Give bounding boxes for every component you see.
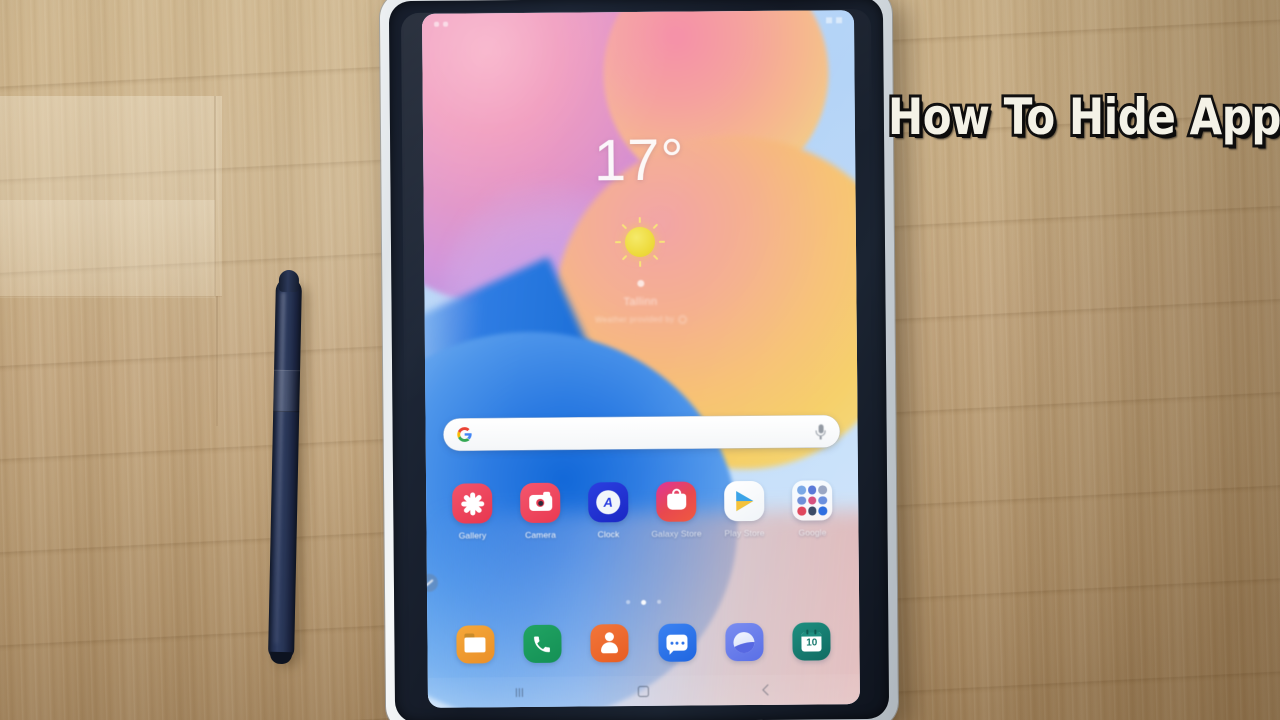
notification-dot-icon bbox=[434, 21, 440, 27]
tablet-screen[interactable]: 17° Tallinn Weather provided by Gallery … bbox=[421, 10, 861, 708]
page-title: How To Hide Apps bbox=[885, 88, 1280, 146]
google-g-icon bbox=[457, 426, 473, 442]
weather-provider-icon bbox=[678, 315, 687, 324]
app-label-gallery: Gallery bbox=[458, 530, 487, 541]
contacts-icon[interactable] bbox=[590, 624, 629, 663]
battery-icon bbox=[836, 17, 843, 24]
folder-icon[interactable] bbox=[455, 625, 495, 664]
s-pen-highlight bbox=[273, 291, 286, 644]
app-google-folder[interactable]: Google bbox=[783, 480, 841, 538]
status-bar[interactable] bbox=[422, 10, 854, 34]
back-icon[interactable] bbox=[762, 684, 775, 696]
recents-icon[interactable] bbox=[515, 687, 524, 697]
phone-icon[interactable] bbox=[523, 624, 562, 664]
dock: 10 bbox=[427, 622, 859, 664]
app-label-play-store: Play Store bbox=[724, 527, 765, 539]
gallery-icon[interactable] bbox=[452, 483, 493, 524]
calendar-icon[interactable]: 10 bbox=[792, 622, 831, 661]
tablet-device: 17° Tallinn Weather provided by Gallery … bbox=[379, 0, 913, 720]
camera-icon[interactable] bbox=[520, 482, 561, 524]
galaxy-store-icon[interactable] bbox=[656, 481, 697, 522]
play-store-icon[interactable] bbox=[724, 480, 765, 522]
s-pen-tip bbox=[278, 269, 300, 293]
wifi-icon bbox=[826, 17, 833, 24]
page-dot-3[interactable] bbox=[656, 599, 661, 604]
app-grid: Gallery Camera A Clock Galaxy Store Play… bbox=[426, 480, 858, 541]
app-label-clock: Clock bbox=[597, 529, 620, 540]
app-label-google: Google bbox=[798, 527, 827, 538]
app-label-galaxy-store: Galaxy Store bbox=[651, 528, 702, 539]
app-clock[interactable]: A Clock bbox=[579, 482, 637, 540]
status-bar-right-icons bbox=[826, 17, 843, 24]
home-icon[interactable] bbox=[638, 685, 650, 697]
navigation-bar bbox=[427, 674, 861, 708]
app-gallery[interactable]: Gallery bbox=[443, 483, 501, 541]
page-dot-1[interactable] bbox=[625, 600, 630, 605]
notification-dot-icon-2 bbox=[443, 21, 449, 27]
app-camera[interactable]: Camera bbox=[511, 482, 569, 541]
app-play-store[interactable]: Play Store bbox=[715, 480, 773, 539]
calendar-day-number: 10 bbox=[806, 636, 818, 649]
weather-widget[interactable]: 17° Tallinn Weather provided by bbox=[423, 127, 857, 326]
weather-precip-dot-icon bbox=[636, 279, 644, 288]
s-pen-button bbox=[273, 369, 301, 413]
weather-provider: Weather provided by bbox=[595, 315, 687, 324]
sun-icon bbox=[614, 216, 666, 268]
app-label-camera: Camera bbox=[525, 529, 556, 541]
weather-temperature: 17° bbox=[593, 127, 685, 194]
status-bar-left-icons bbox=[434, 21, 449, 27]
google-folder-icon[interactable] bbox=[792, 480, 833, 521]
photo-scene: 17° Tallinn Weather provided by Gallery … bbox=[0, 0, 1280, 720]
microphone-icon[interactable] bbox=[815, 423, 827, 439]
weather-location: Tallinn bbox=[623, 295, 658, 309]
message-icon[interactable] bbox=[657, 623, 697, 662]
app-galaxy-store[interactable]: Galaxy Store bbox=[647, 481, 705, 539]
google-search-bar[interactable] bbox=[443, 415, 840, 451]
page-dot-2-active[interactable] bbox=[640, 599, 646, 605]
browser-icon[interactable] bbox=[725, 622, 764, 662]
clock-icon[interactable]: A bbox=[588, 482, 629, 523]
